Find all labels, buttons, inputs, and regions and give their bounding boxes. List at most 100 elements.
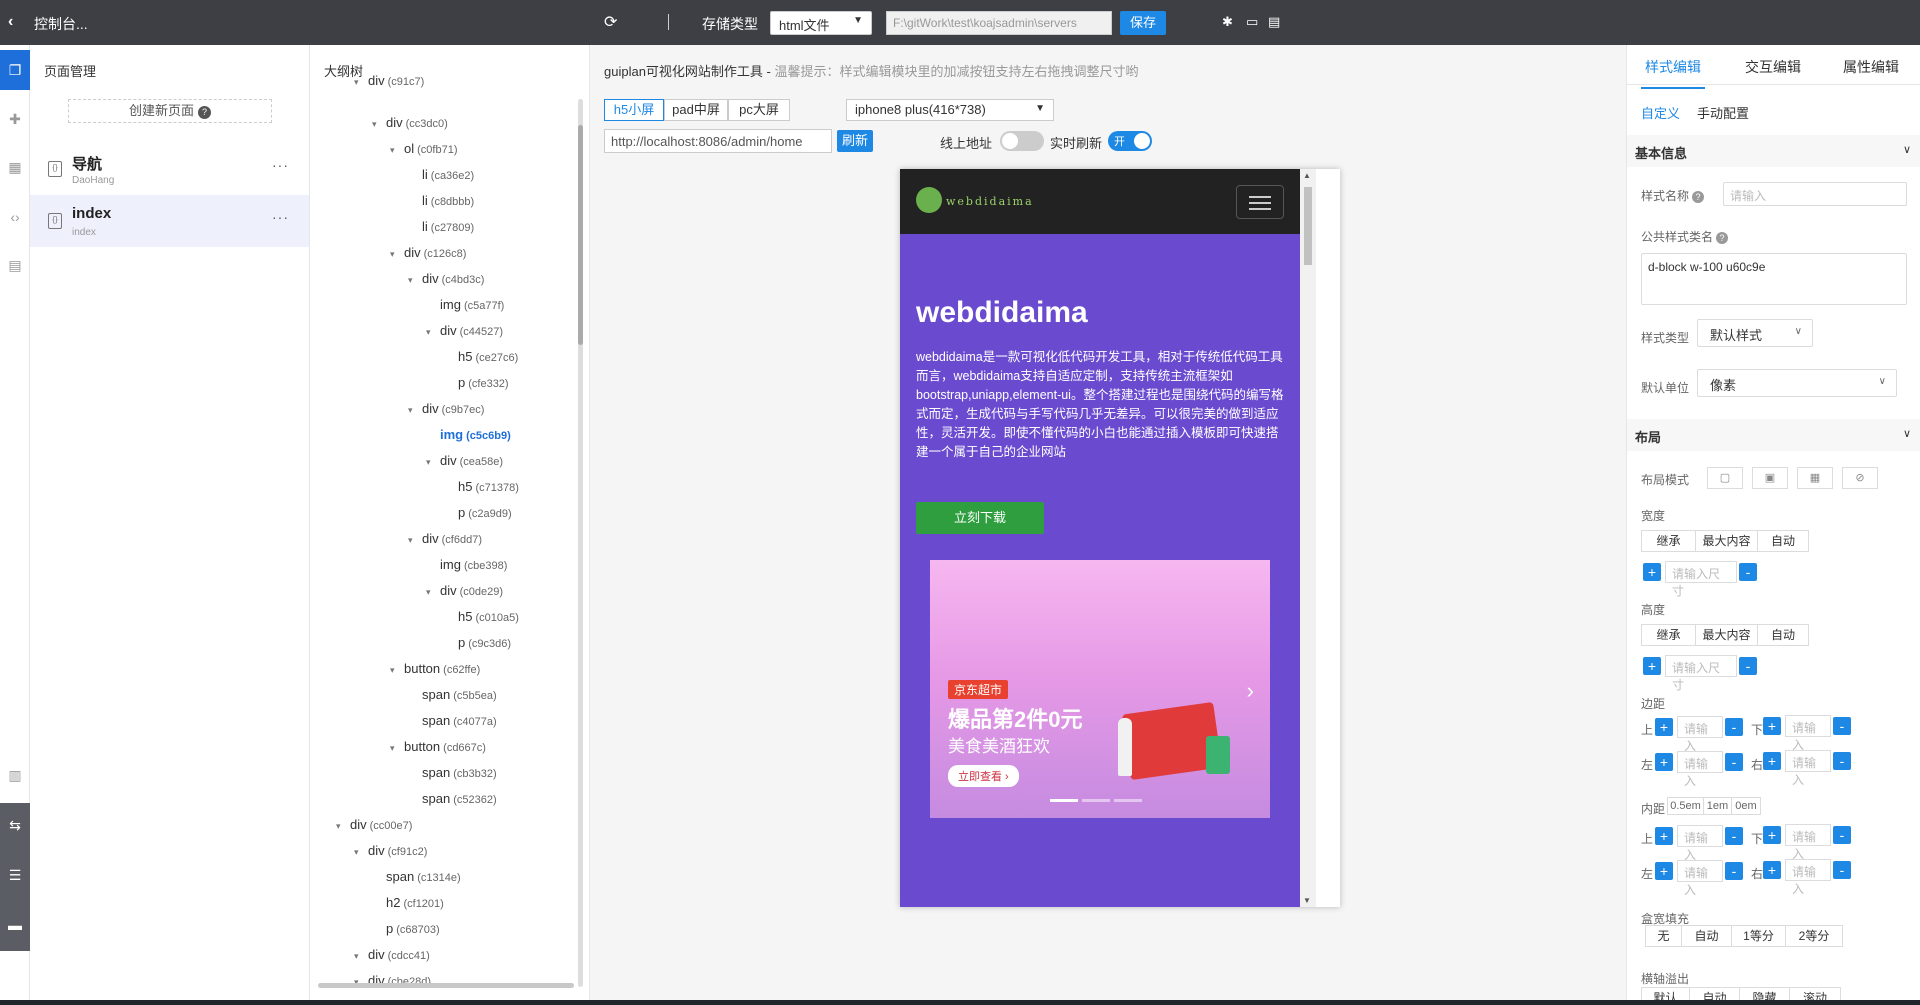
collapse-caret-icon[interactable]: ▾ [390,145,404,156]
style-name-input[interactable]: 请输入 [1723,182,1907,206]
margin-bottom-plus[interactable]: + [1763,717,1781,735]
padding-right-plus[interactable]: + [1763,861,1781,879]
section-basic-info[interactable]: 基本信息 ∨ [1627,135,1920,167]
collapse-caret-icon[interactable]: ▾ [408,275,422,286]
height-inherit[interactable]: 继承 [1642,625,1696,645]
save-path-input[interactable]: F:\gitWork\test\koajsadmin\servers [886,11,1112,35]
margin-bottom-minus[interactable]: - [1833,717,1851,735]
outline-node[interactable]: ▾ div (cc00e7) [336,817,412,832]
carousel-banner[interactable]: 京东超市 爆品第2件0元 美食美酒狂欢 立即查看 › › [930,560,1270,818]
outline-node[interactable]: ▾ div (cf91c2) [354,843,427,858]
scroll-up-icon[interactable]: ▲ [1303,171,1311,180]
overflow-hidden[interactable]: 隐藏 [1740,988,1790,1000]
default-unit-select[interactable]: 像素 ∨ [1697,369,1897,397]
swap-icon[interactable]: ⇆ [0,817,30,834]
help-icon[interactable]: ? [1716,232,1729,244]
width-max-content[interactable]: 最大内容 [1696,531,1758,551]
outline-node[interactable]: h5 (c010a5) [444,609,519,624]
collapse-caret-icon[interactable]: ▾ [354,77,368,88]
outline-node[interactable]: img (c5a77f) [426,297,504,312]
margin-left-plus[interactable]: + [1655,753,1673,771]
padding-top-input[interactable]: 请输入 [1677,825,1723,862]
margin-top-input[interactable]: 请输入 [1677,716,1723,753]
height-max-content[interactable]: 最大内容 [1696,625,1758,645]
tab-attribute-edit[interactable]: 属性编辑 [1843,57,1899,77]
more-icon[interactable]: ··· [272,209,289,225]
margin-left-input[interactable]: 请输入 [1677,751,1723,788]
height-minus-button[interactable]: - [1739,657,1757,675]
outline-node[interactable]: ▾ div (cdcc41) [354,947,430,962]
flex-2[interactable]: 2等分 [1786,926,1842,946]
save-button[interactable]: 保存 [1120,11,1166,35]
size-pad-button[interactable]: pad中屏 [664,99,728,121]
outline-node[interactable]: ▾ div (cf6dd7) [408,531,482,546]
outline-node[interactable]: ▾ div (c0de29) [426,583,503,598]
overflow-default[interactable]: 默认 [1642,988,1690,1000]
padding-bottom-input[interactable]: 请输入 [1785,824,1831,861]
more-icon[interactable]: ··· [272,157,289,173]
padding-top-minus[interactable]: - [1725,827,1743,845]
collapse-caret-icon[interactable]: ▾ [390,665,404,676]
width-plus-button[interactable]: + [1643,563,1661,581]
collapse-caret-icon[interactable]: ▾ [426,587,440,598]
layout-grid-icon[interactable]: ▦ [1797,467,1833,489]
code-icon[interactable]: ‹› [0,209,30,225]
device-select[interactable]: iphone8 plus(416*738) ▼ [846,99,1054,121]
outline-node[interactable]: h2 (cf1201) [372,895,444,910]
margin-right-input[interactable]: 请输入 [1785,750,1831,787]
section-layout[interactable]: 布局 ∨ [1627,419,1920,451]
preview-scrollbar-thumb[interactable] [1304,187,1312,265]
outline-node[interactable]: p (c9c3d6) [444,635,511,650]
height-auto[interactable]: 自动 [1758,625,1808,645]
mobile-preview[interactable]: webdidaima webdidaima webdidaima是一款可视化低代… [900,169,1340,907]
bug-icon[interactable]: ✱ [1222,14,1233,30]
outline-node[interactable]: ▾ ol (c0fb71) [390,141,457,156]
padding-left-plus[interactable]: + [1655,862,1673,880]
outline-node[interactable]: ▾ div (cea58e) [426,453,503,468]
collapse-caret-icon[interactable]: ▾ [354,847,368,858]
subtab-manual[interactable]: 手动配置 [1697,103,1749,122]
padding-value-0[interactable]: 0.5em [1668,798,1704,814]
database-icon[interactable]: ▤ [0,257,30,274]
padding-top-plus[interactable]: + [1655,827,1673,845]
banner-cta[interactable]: 立即查看 › [948,765,1019,787]
outline-node[interactable]: img (c5c6b9) [426,427,511,442]
padding-left-minus[interactable]: - [1725,862,1743,880]
hero-description[interactable]: webdidaima是一款可视化低代码开发工具，相对于传统低代码工具而言，web… [916,348,1288,462]
outline-node[interactable]: ▾ div (c91c7) [354,73,424,88]
style-type-select[interactable]: 默认样式 ∨ [1697,319,1813,347]
create-page-button[interactable]: 创建新页面? [68,99,272,123]
layout-hidden-icon[interactable]: ⊘ [1842,467,1878,489]
tab-style-edit[interactable]: 样式编辑 [1641,57,1705,89]
collapse-caret-icon[interactable]: ▾ [336,821,350,832]
outline-node[interactable]: span (c1314e) [372,869,461,884]
outline-node[interactable]: ▾ div (c4bd3c) [408,271,484,286]
help-icon[interactable]: ? [198,106,211,119]
padding-value-1[interactable]: 1em [1704,798,1732,814]
carousel-indicators[interactable] [1050,790,1146,805]
online-url-toggle[interactable] [1000,131,1044,151]
outline-node[interactable]: p (c2a9d9) [444,505,512,520]
layout-block-icon[interactable]: ▢ [1707,467,1743,489]
outline-node[interactable]: ▾ div (cc3dc0) [372,115,448,130]
refresh-button[interactable]: 刷新 [837,130,873,152]
subtab-custom[interactable]: 自定义 [1641,103,1680,122]
back-icon[interactable]: ‹ [8,13,13,31]
size-pc-button[interactable]: pc大屏 [728,99,790,121]
collapse-caret-icon[interactable]: ▾ [426,457,440,468]
help-icon[interactable]: ? [1692,191,1705,203]
outline-node[interactable]: h5 (ce27c6) [444,349,518,364]
flex-none[interactable]: 无 [1646,926,1682,946]
scroll-down-icon[interactable]: ▼ [1303,896,1311,905]
size-h5-button[interactable]: h5小屏 [604,99,664,121]
list-icon[interactable]: ☰ [0,867,30,884]
height-input[interactable]: 请输入尺寸 [1665,655,1737,692]
outline-node[interactable]: span (cb3b32) [408,765,497,780]
width-minus-button[interactable]: - [1739,563,1757,581]
width-auto[interactable]: 自动 [1758,531,1808,551]
folder-icon[interactable]: ▭ [1246,14,1258,30]
common-class-textarea[interactable]: d-block w-100 u60c9e [1641,253,1907,305]
margin-bottom-input[interactable]: 请输入 [1785,715,1831,752]
padding-bottom-minus[interactable]: - [1833,826,1851,844]
tree-horizontal-scrollbar[interactable] [318,983,574,988]
